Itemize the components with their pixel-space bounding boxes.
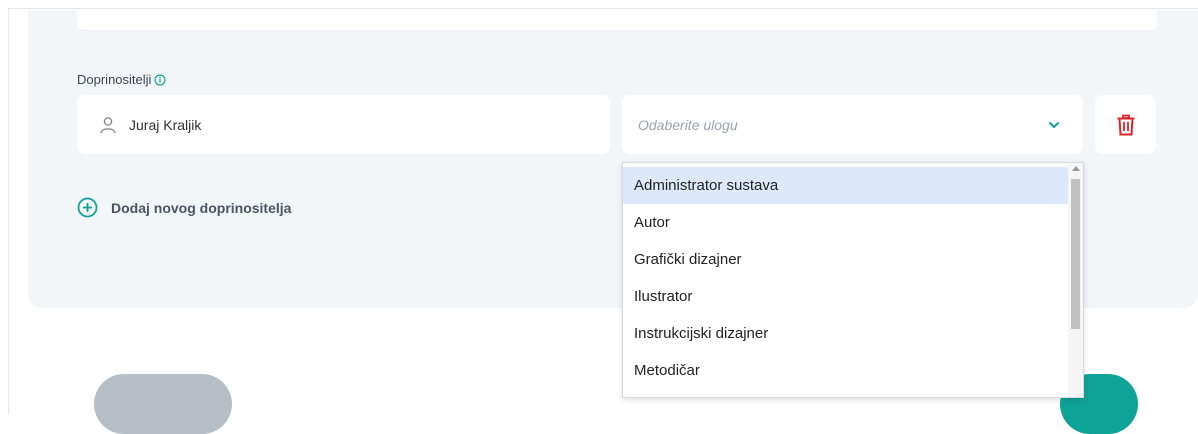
contributor-name-field[interactable]: Juraj Kraljik — [77, 95, 610, 154]
add-contributor-button[interactable]: Dodaj novog doprinositelja — [77, 197, 291, 218]
role-select[interactable]: Odaberite ulogu — [622, 95, 1083, 154]
role-option[interactable]: Grafički dizajner — [623, 241, 1069, 278]
add-contributor-label: Dodaj novog doprinositelja — [111, 199, 292, 216]
role-option[interactable]: Ilustrator — [623, 278, 1069, 315]
role-select-placeholder: Odaberite ulogu — [638, 116, 738, 133]
back-button[interactable] — [94, 374, 232, 434]
contributors-label: Doprinositelji — [77, 72, 167, 87]
dropdown-scrollbar[interactable] — [1068, 163, 1083, 397]
previous-field-edge — [77, 10, 1157, 31]
role-option[interactable]: Administrator sustava — [623, 167, 1069, 204]
role-dropdown-list[interactable]: Administrator sustava Autor Grafički diz… — [622, 162, 1084, 398]
role-option[interactable]: Autor — [623, 204, 1069, 241]
user-icon — [100, 116, 116, 133]
trash-icon — [1117, 114, 1134, 135]
scroll-up-arrow-icon[interactable] — [1072, 166, 1080, 171]
role-option[interactable]: Metodičar — [623, 352, 1069, 389]
contributor-name: Juraj Kraljik — [129, 116, 202, 133]
contributors-label-text: Doprinositelji — [77, 72, 152, 87]
info-circle-icon[interactable] — [154, 73, 167, 86]
scrollbar-thumb[interactable] — [1071, 179, 1080, 329]
chevron-down-icon — [1049, 121, 1059, 128]
role-option[interactable]: Instrukcijski dizajner — [623, 315, 1069, 352]
plus-circle-icon — [77, 197, 98, 218]
delete-contributor-button[interactable] — [1095, 95, 1156, 154]
